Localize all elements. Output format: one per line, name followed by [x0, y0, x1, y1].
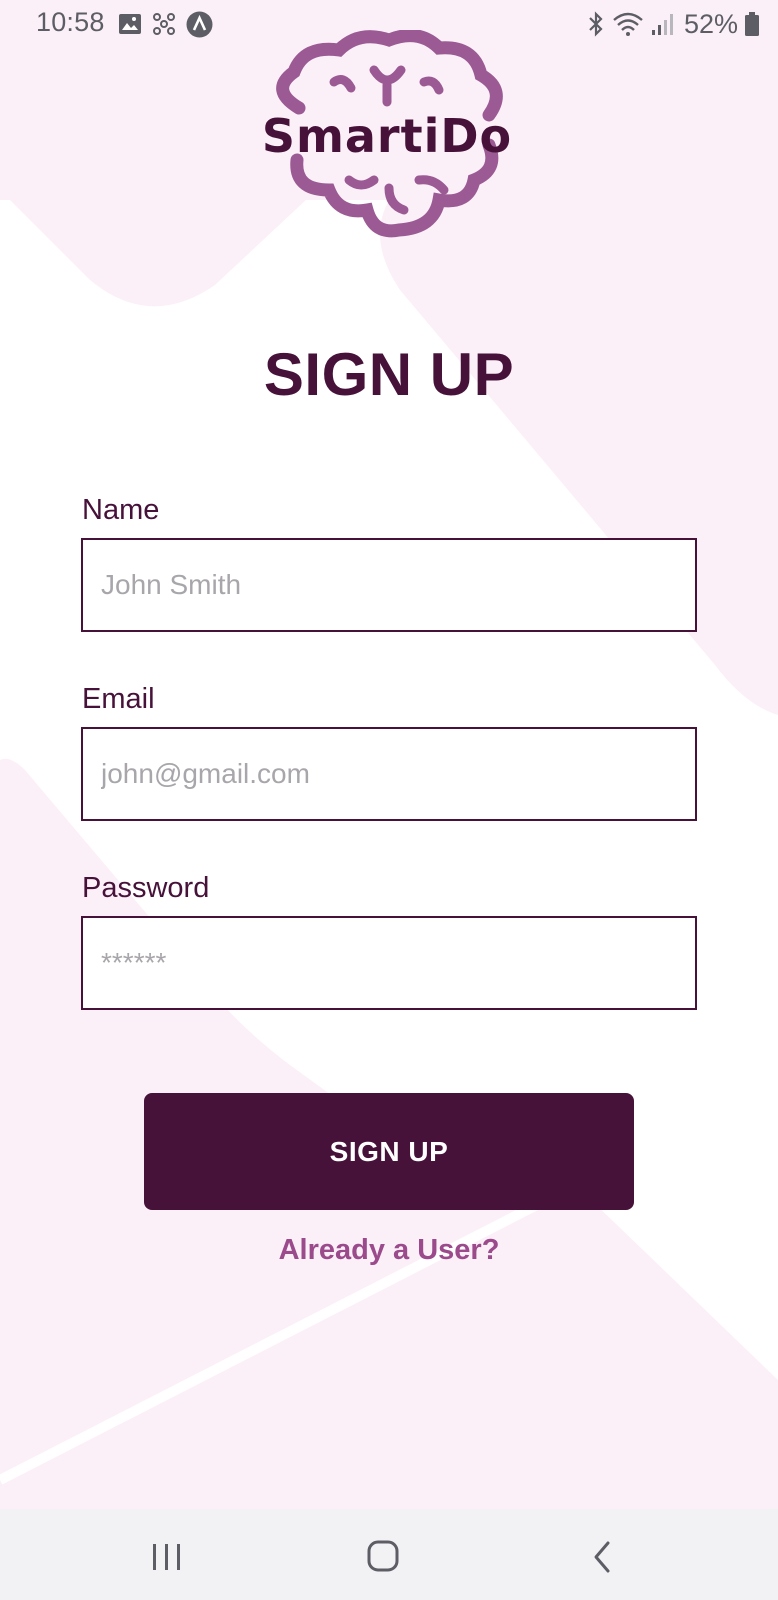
- name-input[interactable]: [81, 538, 697, 632]
- logo-wordmark: SmartiDo: [262, 109, 512, 163]
- status-time: 10:58: [36, 7, 105, 37]
- back-icon[interactable]: [584, 1539, 624, 1575]
- email-label: Email: [82, 683, 155, 715]
- notification-icons: [118, 11, 213, 37]
- name-label: Name: [82, 494, 160, 526]
- pinwheel-icon: [153, 13, 175, 35]
- already-a-user-link[interactable]: Already a User?: [0, 1234, 778, 1267]
- password-input[interactable]: [81, 916, 697, 1010]
- system-status-icons: 52%: [586, 8, 760, 40]
- page-title: SIGN UP: [263, 341, 515, 408]
- battery-percent: 52%: [683, 8, 738, 39]
- sign-up-button[interactable]: SIGN UP: [144, 1093, 634, 1210]
- smartido-logo: SmartiDo: [262, 30, 512, 238]
- password-label: Password: [82, 872, 210, 904]
- signal-icon: [651, 14, 673, 35]
- email-input[interactable]: [81, 727, 697, 821]
- recent-apps-icon[interactable]: [147, 1539, 187, 1575]
- bluetooth-icon: [589, 11, 603, 37]
- battery-icon: [745, 12, 759, 36]
- home-icon[interactable]: [364, 1539, 404, 1575]
- image-icon: [119, 14, 141, 34]
- app-a-icon: [186, 11, 213, 37]
- wifi-icon: [613, 12, 643, 36]
- navigation-bar: [0, 1509, 778, 1600]
